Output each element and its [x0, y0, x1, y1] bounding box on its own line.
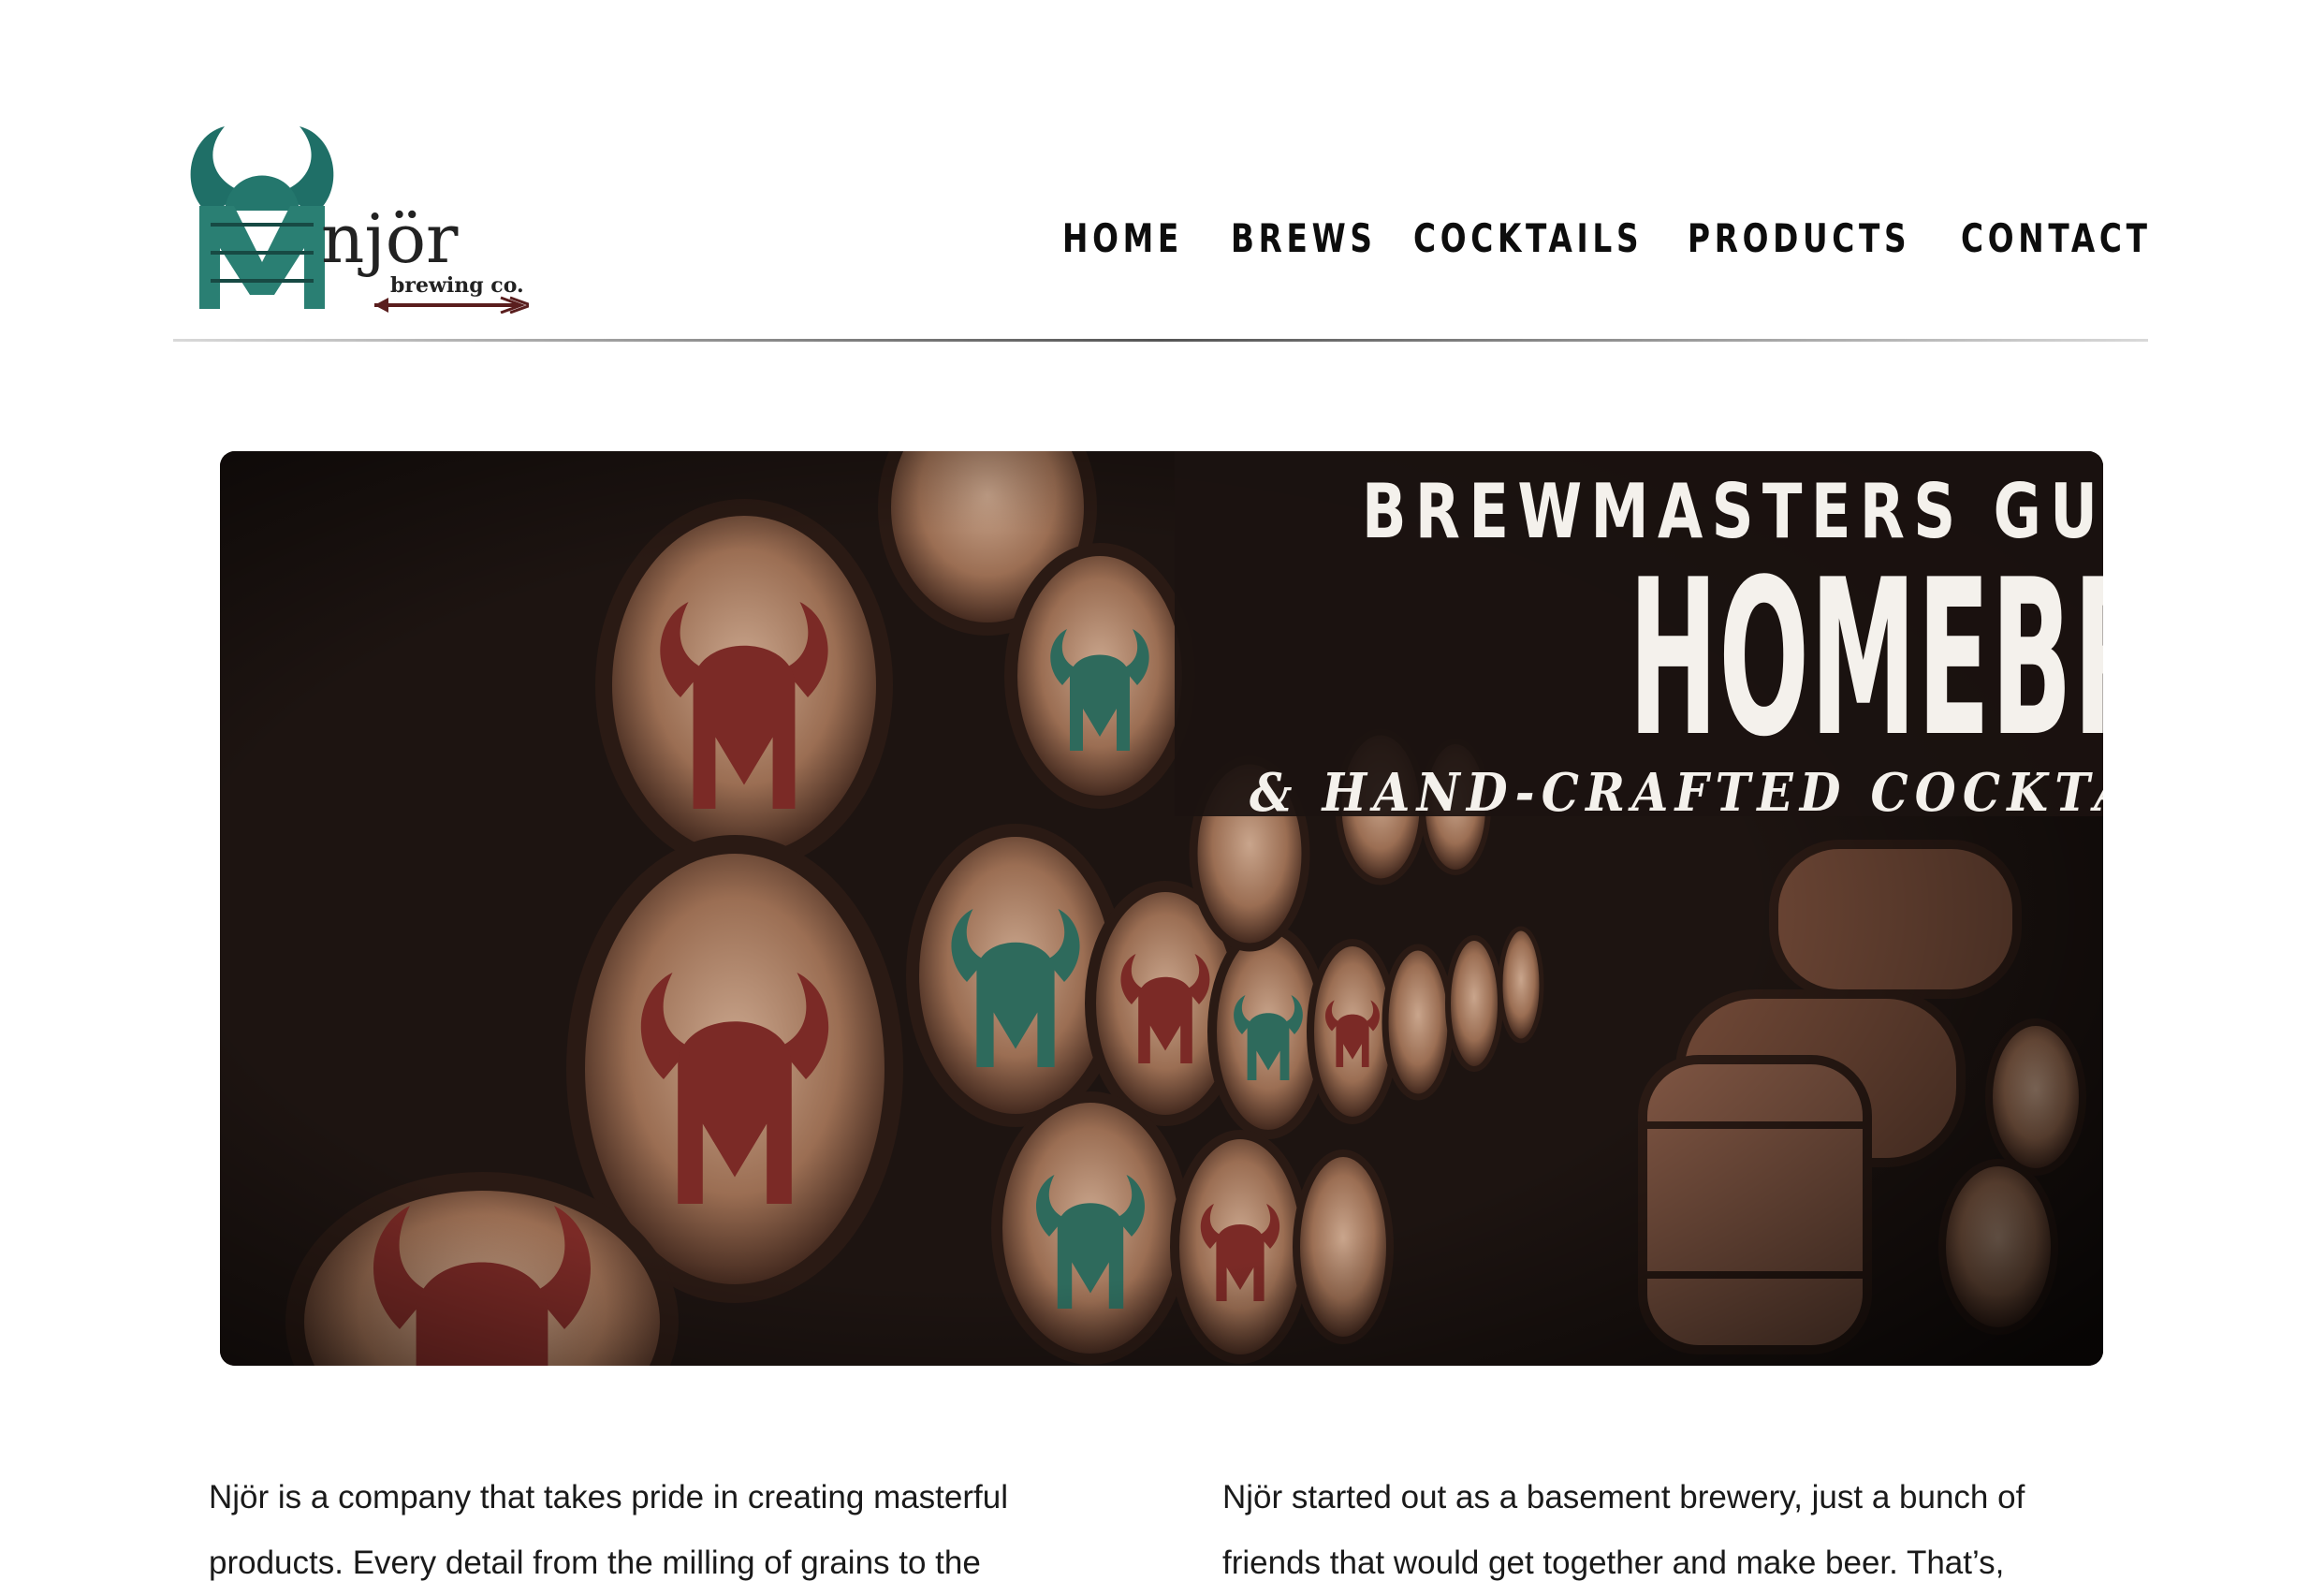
svg-text:brewing co.: brewing co. — [390, 273, 524, 298]
header-divider — [173, 339, 2148, 342]
nav-item-contact[interactable]: CONTACT — [1961, 215, 2152, 261]
intro-paragraph-right: Njör started out as a basement brewery, … — [1222, 1479, 2025, 1581]
hero-title-line3: & HAND-CRAFTED COCKTAILS — [1250, 762, 2103, 824]
hero-title-line2: HOMEBREWING — [1629, 534, 2103, 784]
nav-item-home[interactable]: HOME — [1062, 215, 1183, 261]
nav-item-products[interactable]: PRODUCTS — [1688, 215, 1910, 261]
intro-paragraph-left: Njör is a company that takes pride in cr… — [209, 1479, 1008, 1581]
nav-item-cocktails[interactable]: COCKTAILS — [1413, 215, 1643, 261]
svg-text:njör: njör — [321, 199, 459, 278]
nav-item-brews[interactable]: BREWS — [1231, 215, 1377, 261]
site-header: njör brewing co. HOME BREWS COCKTAILS PR… — [173, 122, 2148, 342]
viking-helmet-logo-icon: njör brewing co. — [190, 126, 529, 314]
site-logo[interactable]: njör brewing co. — [173, 122, 529, 314]
hero-title: BREWMASTERS GUIDE TO HOMEBREWING & HAND-… — [1156, 468, 2103, 824]
hero-banner: BREWMASTERS GUIDE TO HOMEBREWING & HAND-… — [220, 451, 2103, 1366]
